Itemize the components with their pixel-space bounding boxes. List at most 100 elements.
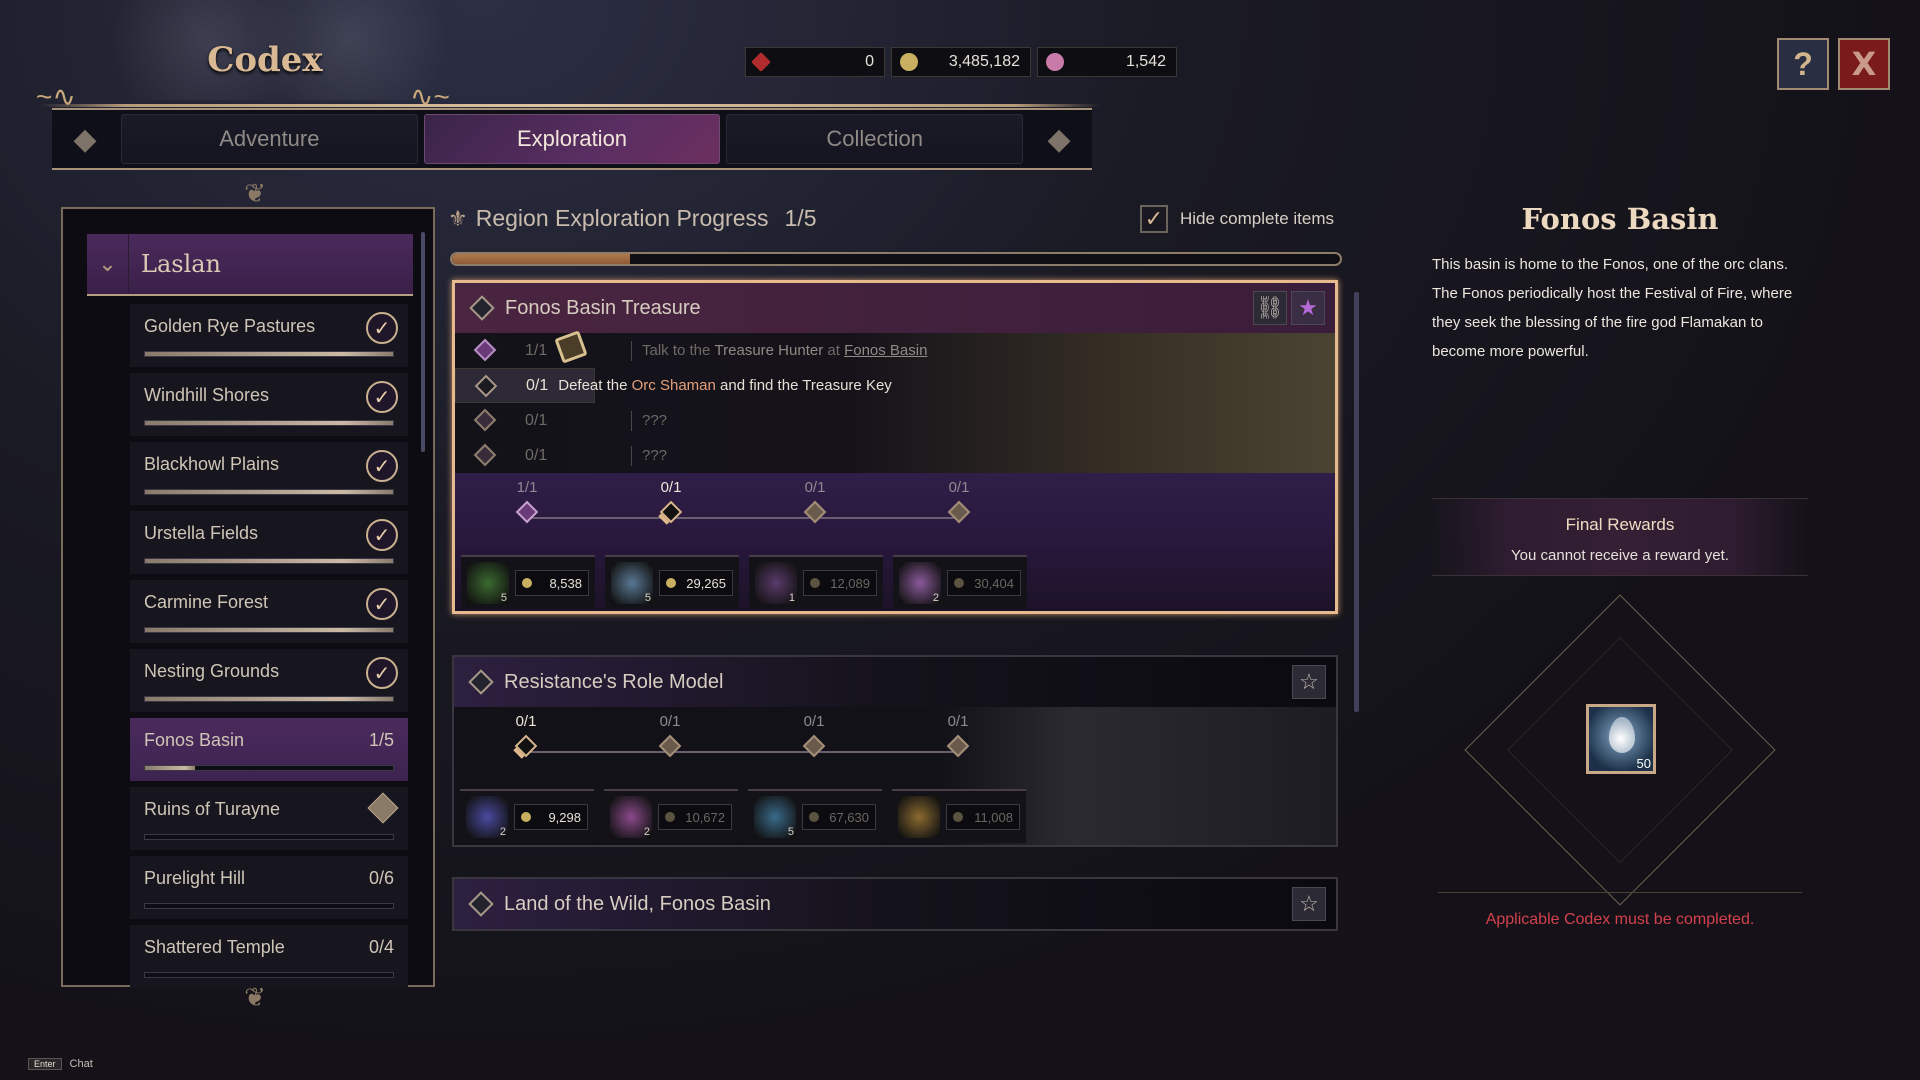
codex-card-fonos-basin-treasure[interactable]: Fonos Basin Treasure ⛓ ★ 1/1 Talk to the …	[452, 280, 1338, 614]
reward-slot[interactable]: 2 30,404	[893, 555, 1027, 609]
reward-qty: 2	[499, 826, 506, 838]
milestone[interactable]: 0/1	[454, 707, 598, 758]
reward-item-icon[interactable]: 2	[610, 796, 652, 838]
reward-item-icon[interactable]	[898, 796, 940, 838]
fleur-de-lis-icon: ⚜	[448, 205, 468, 231]
milestone[interactable]: 0/1	[742, 707, 886, 758]
favorite-star-icon[interactable]: ☆	[1292, 665, 1326, 699]
milestone[interactable]: 0/1	[599, 473, 743, 524]
gold-coin-icon	[810, 578, 820, 588]
progress-bar	[144, 420, 394, 426]
reward-qty: 2	[643, 826, 650, 838]
favorite-star-icon[interactable]: ★	[1291, 291, 1325, 325]
sidebar-item-label: Blackhowl Plains	[144, 454, 280, 474]
sidebar-item[interactable]: Nesting Grounds ✓	[130, 649, 408, 712]
progress-fill	[145, 352, 393, 356]
hide-complete-label: Hide complete items	[1180, 209, 1335, 228]
task-text: ???	[642, 412, 668, 429]
progress-fill	[145, 490, 393, 494]
divider	[631, 410, 632, 431]
reward-item-icon[interactable]: 5	[611, 562, 653, 604]
reward-slot[interactable]: 1 12,089	[749, 555, 883, 609]
sidebar-item-count: 0/4	[368, 937, 394, 957]
sidebar-item[interactable]: Shattered Temple 0/4	[130, 925, 408, 988]
link-icon[interactable]: ⛓	[1253, 291, 1287, 325]
card-header[interactable]: Resistance's Role Model ☆	[454, 657, 1336, 707]
milestone[interactable]: 0/1	[887, 473, 1031, 524]
final-item-qty: 50	[1636, 756, 1651, 771]
sidebar-item[interactable]: Golden Rye Pastures ✓	[130, 304, 408, 367]
tab-exploration[interactable]: Exploration	[423, 114, 721, 164]
favorite-star-icon[interactable]: ☆	[1292, 887, 1326, 921]
sidebar-scrollbar[interactable]	[421, 232, 425, 452]
main-scrollbar[interactable]	[1354, 292, 1359, 712]
reward-item-icon[interactable]: 1	[755, 562, 797, 604]
final-reward-item[interactable]: 50	[1586, 704, 1656, 774]
reward-slot[interactable]: 5 8,538	[461, 555, 595, 609]
tab-next-arrow-icon[interactable]: ◆	[1026, 110, 1092, 168]
check-diamond-icon	[515, 500, 539, 524]
card-header[interactable]: Fonos Basin Treasure ⛓ ★	[455, 283, 1335, 333]
reward-item-icon[interactable]: 5	[467, 562, 509, 604]
reward-item-icon[interactable]: 2	[899, 562, 941, 604]
region-header-laslan[interactable]: ⌄ Laslan	[87, 234, 413, 296]
chat-hint[interactable]: Enter Chat	[28, 1058, 93, 1070]
task-location-link[interactable]: Fonos Basin	[844, 342, 927, 359]
reward-qty: 1	[788, 592, 795, 604]
sidebar-item[interactable]: Carmine Forest ✓	[130, 580, 408, 643]
reward-item-icon[interactable]: 2	[466, 796, 508, 838]
milestone-label: 0/1	[948, 479, 970, 496]
task-row[interactable]: 0/1???	[455, 403, 1335, 438]
tab-prev-arrow-icon[interactable]: ◆	[52, 110, 118, 168]
gold-reward: 11,008	[946, 804, 1020, 830]
task-progress: 0/1	[525, 411, 548, 429]
tab-adventure[interactable]: Adventure	[121, 114, 418, 164]
card-header[interactable]: Land of the Wild, Fonos Basin ☆	[454, 879, 1336, 929]
complete-check-icon: ✓	[366, 519, 398, 551]
reward-slot[interactable]: 5 67,630	[748, 789, 882, 843]
reward-slot[interactable]: 2 9,298	[460, 789, 594, 843]
progress-fill	[145, 766, 195, 770]
divider	[631, 340, 632, 361]
tab-collection[interactable]: Collection	[726, 114, 1024, 164]
task-row[interactable]: 1/1 Talk to the Treasure Hunter at Fonos …	[455, 333, 1335, 368]
task-npc: Treasure Hunter	[714, 342, 824, 359]
sidebar-item[interactable]: Fonos Basin 1/5	[130, 718, 408, 781]
reward-slot[interactable]: 5 29,265	[605, 555, 739, 609]
hide-complete-checkbox[interactable]: ✓ Hide complete items	[1140, 205, 1334, 233]
sidebar-item[interactable]: Purelight Hill 0/6	[130, 856, 408, 919]
milestone[interactable]: 0/1	[598, 707, 742, 758]
help-button[interactable]: ?	[1777, 38, 1829, 90]
progress-bar	[144, 903, 394, 909]
gold-coin-icon	[521, 812, 531, 822]
sidebar-item[interactable]: Urstella Fields ✓	[130, 511, 408, 574]
gold-reward: 12,089	[803, 570, 877, 596]
currency-value: 3,485,182	[948, 53, 1020, 70]
milestone[interactable]: 0/1	[886, 707, 1030, 758]
close-button[interactable]: X	[1838, 38, 1890, 90]
current-diamond-icon	[474, 374, 498, 398]
sidebar-item[interactable]: Windhill Shores ✓	[130, 373, 408, 436]
codex-card-land-of-the-wild[interactable]: Land of the Wild, Fonos Basin ☆	[452, 877, 1338, 931]
diamond-icon	[468, 891, 494, 917]
task-row[interactable]: 0/1 Defeat the Orc Shaman and find the Tr…	[455, 368, 892, 403]
pink-gem-icon	[1046, 53, 1064, 71]
gold-reward: 29,265	[659, 570, 733, 596]
sidebar-item[interactable]: Blackhowl Plains ✓	[130, 442, 408, 505]
codex-card-resistances-role-model[interactable]: Resistance's Role Model ☆ 0/1 2 9,298 0/1 2 1…	[452, 655, 1338, 847]
milestone[interactable]: 0/1	[743, 473, 887, 524]
reward-qty: 2	[932, 592, 939, 604]
info-description: This basin is home to the Fonos, one of …	[1432, 256, 1793, 360]
gold-coin-icon	[953, 812, 963, 822]
milestone[interactable]: 1/1	[455, 473, 599, 524]
task-row[interactable]: 0/1???	[455, 438, 1335, 473]
currency-ticket: 0	[745, 47, 885, 77]
reward-slot[interactable]: 2 10,672	[604, 789, 738, 843]
reward-slot[interactable]: 11,008	[892, 789, 1026, 843]
sidebar-item-label: Ruins of Turayne	[144, 799, 281, 819]
sidebar-item[interactable]: Ruins of Turayne	[130, 787, 408, 850]
task-progress: 0/1	[526, 376, 549, 394]
reward-item-icon[interactable]: 5	[754, 796, 796, 838]
checkmark-icon[interactable]: ✓	[1140, 205, 1168, 233]
task-list: 1/1 Talk to the Treasure Hunter at Fonos …	[455, 333, 1335, 473]
